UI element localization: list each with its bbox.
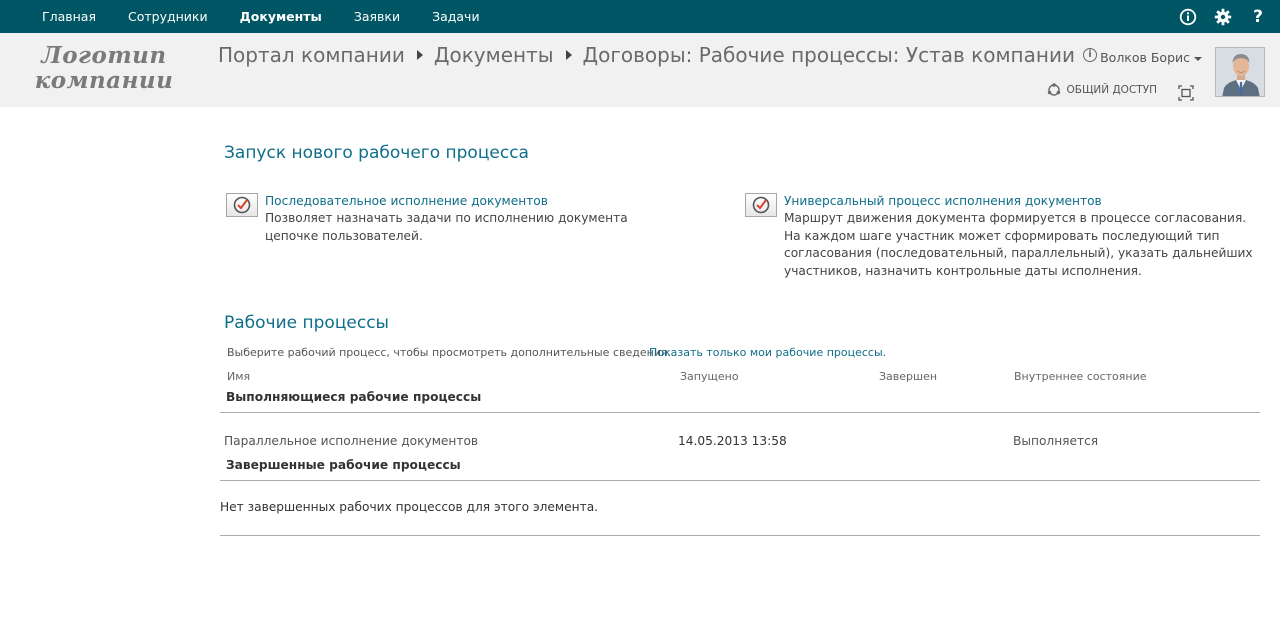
- focus-content-icon[interactable]: [1178, 85, 1194, 101]
- column-header-state[interactable]: Внутреннее состояние: [1014, 370, 1147, 383]
- divider: [220, 412, 1260, 413]
- avatar[interactable]: [1215, 47, 1265, 97]
- column-header-started[interactable]: Запущено: [680, 370, 739, 383]
- top-nav: Главная Сотрудники Документы Заявки Зада…: [26, 0, 496, 33]
- show-my-workflows-link[interactable]: Показать только мои рабочие процессы.: [649, 346, 886, 359]
- nav-tasks[interactable]: Задачи: [416, 9, 496, 24]
- share-icon: [1048, 83, 1061, 96]
- page-title: Договоры: Рабочие процессы: Устав компан…: [582, 43, 1075, 67]
- share-label: ОБЩИЙ ДОСТУП: [1066, 84, 1157, 96]
- nav-requests[interactable]: Заявки: [338, 9, 416, 24]
- column-header-finished[interactable]: Завершен: [879, 370, 937, 383]
- workflow-card: Универсальный процесс исполнения докумен…: [745, 193, 1255, 280]
- page-info-icon[interactable]: i: [1082, 48, 1097, 62]
- divider: [220, 480, 1260, 481]
- gear-icon[interactable]: [1213, 7, 1233, 27]
- suite-tools: ?: [1178, 0, 1268, 33]
- user-name: Волков Борис: [1100, 50, 1190, 65]
- completed-empty-message: Нет завершенных рабочих процессов для эт…: [220, 500, 599, 514]
- info-icon[interactable]: [1178, 7, 1198, 27]
- workflow-state: Выполняется: [1013, 434, 1099, 448]
- company-logo[interactable]: Логотип компании: [34, 43, 174, 93]
- page-header: Логотип компании Портал компании Докумен…: [0, 33, 1280, 107]
- column-header-name[interactable]: Имя: [227, 370, 250, 383]
- divider: [220, 535, 1260, 536]
- breadcrumb-documents[interactable]: Документы: [434, 43, 554, 67]
- workflow-description: Маршрут движения документа формируется в…: [784, 211, 1253, 278]
- processes-section-title: Рабочие процессы: [224, 313, 389, 333]
- main-content: Запуск нового рабочего процесса Последов…: [0, 107, 1280, 633]
- workflow-started: 14.05.2013 13:58: [678, 434, 787, 448]
- help-icon[interactable]: ?: [1248, 7, 1268, 27]
- breadcrumb: Портал компании Документы Договоры: Рабо…: [218, 43, 1097, 67]
- chevron-down-icon: [1194, 56, 1202, 61]
- workflow-name-link[interactable]: Параллельное исполнение документов: [224, 434, 478, 448]
- running-group-header: Выполняющиеся рабочие процессы: [226, 390, 482, 404]
- nav-documents[interactable]: Документы: [224, 9, 338, 24]
- workflow-link-universal[interactable]: Универсальный процесс исполнения докумен…: [784, 193, 1255, 210]
- workflow-description: Позволяет назначать задачи по исполнению…: [265, 211, 628, 243]
- workflow-card: Последовательное исполнение документов П…: [226, 193, 666, 245]
- processes-hint: Выберите рабочий процесс, чтобы просмотр…: [227, 346, 672, 359]
- workflow-icon[interactable]: [226, 193, 258, 217]
- user-menu[interactable]: Волков Борис: [1100, 50, 1202, 65]
- nav-employees[interactable]: Сотрудники: [112, 9, 224, 24]
- launch-section-title: Запуск нового рабочего процесса: [224, 143, 529, 163]
- completed-group-header: Завершенные рабочие процессы: [226, 458, 461, 472]
- suite-bar: Главная Сотрудники Документы Заявки Зада…: [0, 0, 1280, 33]
- breadcrumb-separator-icon: [416, 50, 423, 60]
- share-button[interactable]: ОБЩИЙ ДОСТУП: [1047, 83, 1157, 97]
- breadcrumb-separator-icon: [565, 50, 572, 60]
- workflow-icon[interactable]: [745, 193, 777, 217]
- breadcrumb-portal[interactable]: Портал компании: [218, 43, 405, 67]
- nav-home[interactable]: Главная: [26, 9, 112, 24]
- workflow-link-sequential[interactable]: Последовательное исполнение документов: [265, 193, 666, 210]
